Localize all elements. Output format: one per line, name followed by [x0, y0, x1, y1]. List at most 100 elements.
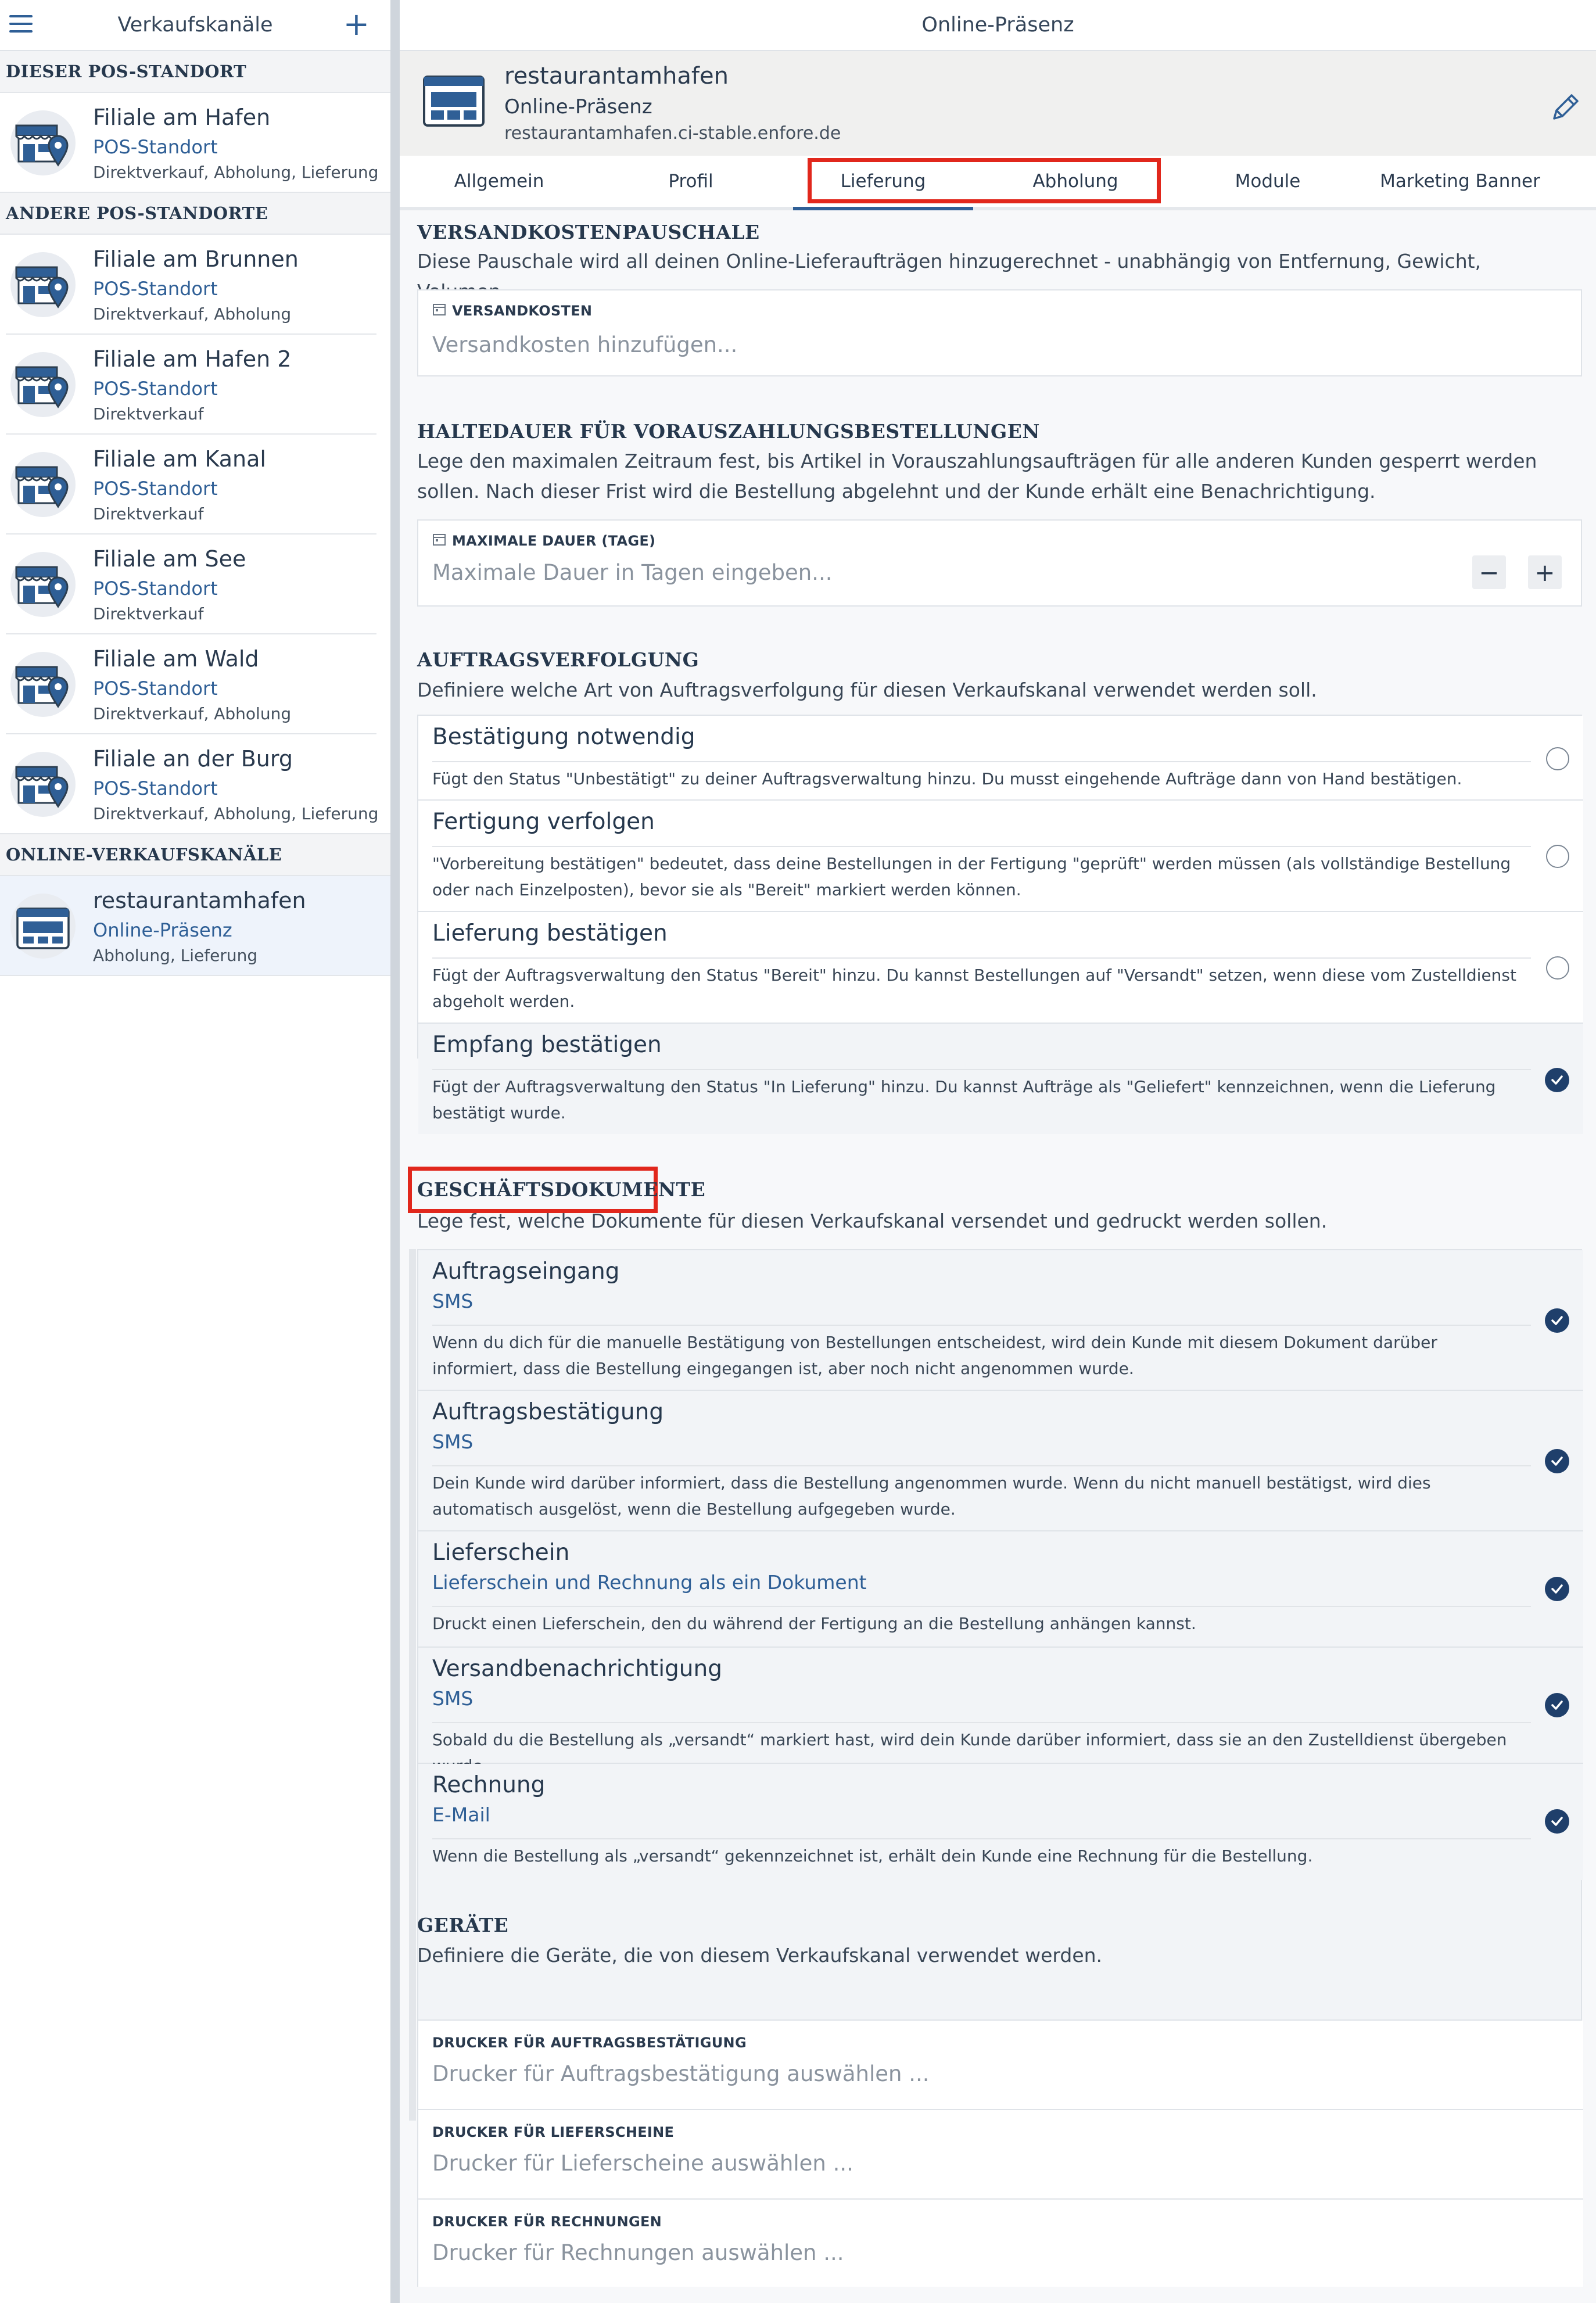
sidebar-item-location[interactable]: Filiale am Wald POS-Standort Direktverkauf… — [6, 634, 376, 734]
document-desc: Druckt einen Lieferschein, den du währen… — [432, 1614, 1196, 1633]
tab-abholung[interactable]: Abholung — [980, 156, 1171, 207]
location-type: POS-Standort — [93, 136, 218, 158]
scroll-track — [409, 1249, 416, 2121]
section-title-shipping: VERSANDKOSTENPAUSCHALE — [417, 221, 760, 243]
option-title: Lieferung bestätigen — [432, 920, 668, 946]
store-location-icon — [10, 652, 76, 717]
location-name: restaurantamhafen — [93, 888, 306, 913]
section-title-documents: GESCHÄFTSDOKUMENTE — [417, 1178, 706, 1201]
document-channel: SMS — [432, 1290, 474, 1312]
devices-list: DRUCKER FÜR AUFTRAGSBESTÄTIGUNG Drucker … — [417, 2019, 1583, 2287]
printer-field-invoices[interactable]: DRUCKER FÜR RECHNUNGEN Drucker für Rechn… — [418, 2200, 1583, 2287]
store-location-icon — [10, 552, 76, 617]
document-item[interactable]: Auftragsbestätigung SMS Dein Kunde wird … — [418, 1391, 1583, 1531]
location-type: POS-Standort — [93, 478, 218, 500]
store-location-icon — [10, 452, 76, 517]
radio-button[interactable] — [1546, 747, 1569, 770]
location-name: Filiale an der Burg — [93, 746, 293, 772]
location-tags: Direktverkauf — [93, 404, 204, 424]
max-duration-label-text: MAXIMALE DAUER (TAGE) — [452, 533, 656, 549]
sidebar-item-location[interactable]: Filiale am See POS-Standort Direktverkauf — [6, 535, 376, 634]
shipping-cost-label-text: VERSANDKOSTEN — [452, 303, 593, 319]
main-panel: Online-Präsenz restaurantamhafen Online-… — [400, 0, 1596, 2303]
location-name: Filiale am Kanal — [93, 446, 266, 472]
sidebar-item-location[interactable]: Filiale am Kanal POS-Standort Direktverkau… — [6, 435, 376, 535]
location-name: Filiale am Wald — [93, 646, 259, 672]
location-type: POS-Standort — [93, 577, 218, 600]
document-title: Auftragseingang — [432, 1258, 620, 1285]
printer-select[interactable]: Drucker für Auftragsbestätigung auswähle… — [432, 2061, 930, 2086]
tracking-option[interactable]: Bestätigung notwendig Fügt den Status "U… — [418, 716, 1583, 801]
option-desc: Fügt der Auftragsverwaltung den Status "… — [432, 966, 1516, 1011]
option-desc: Fügt der Auftragsverwaltung den Status "… — [432, 1077, 1496, 1122]
document-item[interactable]: Versandbenachrichtigung SMS Sobald du di… — [418, 1648, 1583, 1775]
checkmark-icon[interactable] — [1545, 1068, 1569, 1092]
checkmark-icon[interactable] — [1545, 1693, 1569, 1717]
printer-select[interactable]: Drucker für Lieferscheine auswählen ... — [432, 2151, 853, 2176]
increment-button[interactable]: + — [1528, 555, 1562, 589]
radio-button[interactable] — [1546, 956, 1569, 980]
location-tags: Direktverkauf — [93, 604, 204, 623]
sidebar-item-location[interactable]: Filiale am Hafen POS-Standort Direktverkau… — [0, 93, 390, 193]
location-type: POS-Standort — [93, 777, 218, 799]
store-location-icon — [10, 252, 76, 317]
decrement-button[interactable]: − — [1472, 555, 1506, 589]
document-title: Auftragsbestätigung — [432, 1399, 664, 1425]
printer-label: DRUCKER FÜR AUFTRAGSBESTÄTIGUNG — [432, 2035, 747, 2051]
location-name: Filiale am Hafen 2 — [93, 346, 292, 372]
document-item[interactable]: Rechnung E-Mail Wenn die Bestellung als … — [418, 1764, 1583, 1880]
plus-icon[interactable]: + — [343, 8, 370, 41]
sidebar-item-location[interactable]: Filiale am Hafen 2 POS-Standort Direktverk… — [6, 335, 376, 435]
section-title-hold: HALTEDAUER FÜR VORAUSZAHLUNGSBESTELLUNGE… — [417, 420, 1040, 443]
profile-url: restaurantamhafen.ci-stable.enfore.de — [504, 123, 841, 144]
pencil-icon[interactable] — [1550, 91, 1582, 125]
sidebar-item-online[interactable]: restaurantamhafen Online-Präsenz Abholung,… — [0, 876, 390, 976]
printer-field-delivery-notes[interactable]: DRUCKER FÜR LIEFERSCHEINE Drucker für Li… — [418, 2110, 1583, 2200]
location-type: POS-Standort — [93, 278, 218, 300]
checkmark-icon[interactable] — [1545, 1577, 1569, 1601]
document-desc: Dein Kunde wird darüber informiert, dass… — [432, 1473, 1431, 1519]
tab-marketing-banner[interactable]: Marketing Banner — [1364, 156, 1556, 207]
printer-field-order-confirmation[interactable]: DRUCKER FÜR AUFTRAGSBESTÄTIGUNG Drucker … — [418, 2021, 1583, 2110]
tab-allgemein[interactable]: Allgemein — [403, 156, 595, 207]
tracking-option[interactable]: Lieferung bestätigen Fügt der Auftragsve… — [418, 912, 1583, 1024]
document-item[interactable]: Auftragseingang SMS Wenn du dich für die… — [418, 1250, 1583, 1391]
tracking-options: Bestätigung notwendig Fügt den Status "U… — [417, 715, 1583, 1134]
section-desc-tracking: Definiere welche Art von Auftragsverfolg… — [417, 679, 1317, 701]
document-item[interactable]: Lieferschein Lieferschein und Rechnung a… — [418, 1531, 1583, 1648]
printer-label: DRUCKER FÜR LIEFERSCHEINE — [432, 2124, 675, 2140]
section-title-devices: GERÄTE — [417, 1914, 509, 1936]
tab-lieferung[interactable]: Lieferung — [787, 156, 979, 210]
checkmark-icon[interactable] — [1545, 1449, 1569, 1473]
sidebar-item-location[interactable]: Filiale an der Burg POS-Standort Direktver… — [0, 734, 390, 834]
shipping-cost-label: VERSANDKOSTEN — [432, 302, 592, 320]
max-duration-field[interactable]: MAXIMALE DAUER (TAGE) Maximale Dauer in … — [417, 519, 1582, 607]
tracking-option[interactable]: Fertigung verfolgen "Vorbereitung bestät… — [418, 801, 1583, 912]
profile-name: restaurantamhafen — [504, 63, 729, 89]
sidebar-item-location[interactable]: Filiale am Brunnen POS-Standort Direktverk… — [6, 235, 376, 335]
location-name: Filiale am Brunnen — [93, 246, 299, 272]
max-duration-input[interactable]: Maximale Dauer in Tagen eingeben... — [432, 560, 832, 585]
checkmark-icon[interactable] — [1545, 1809, 1569, 1834]
hamburger-icon[interactable] — [9, 15, 33, 35]
shipping-cost-input[interactable]: Versandkosten hinzufügen... — [432, 332, 737, 357]
calendar-icon — [432, 302, 446, 320]
option-desc: "Vorbereitung bestätigen" bedeutet, dass… — [432, 854, 1511, 899]
checkmark-icon[interactable] — [1545, 1308, 1569, 1333]
printer-select[interactable]: Drucker für Rechnungen auswählen ... — [432, 2240, 844, 2265]
tab-profil[interactable]: Profil — [595, 156, 787, 207]
shipping-cost-field[interactable]: VERSANDKOSTEN Versandkosten hinzufügen..… — [417, 289, 1582, 376]
profile-type: Online-Präsenz — [504, 95, 652, 119]
location-type: POS-Standort — [93, 378, 218, 400]
tab-module[interactable]: Module — [1172, 156, 1364, 207]
tab-bar: Allgemein Profil Lieferung Abholung Modu… — [400, 156, 1596, 210]
location-tags: Abholung, Lieferung — [93, 946, 258, 965]
location-tags: Direktverkauf — [93, 504, 204, 523]
location-tags: Direktverkauf, Abholung — [93, 704, 292, 723]
section-title-tracking: AUFTRAGSVERFOLGUNG — [417, 648, 700, 671]
radio-button[interactable] — [1546, 845, 1569, 868]
tracking-option-selected[interactable]: Empfang bestätigen Fügt der Auftragsverw… — [418, 1024, 1583, 1134]
location-tags: Direktverkauf, Abholung — [93, 304, 292, 324]
section-online: ONLINE-VERKAUFSKANÄLE — [0, 834, 390, 876]
printer-label: DRUCKER FÜR RECHNUNGEN — [432, 2214, 662, 2230]
